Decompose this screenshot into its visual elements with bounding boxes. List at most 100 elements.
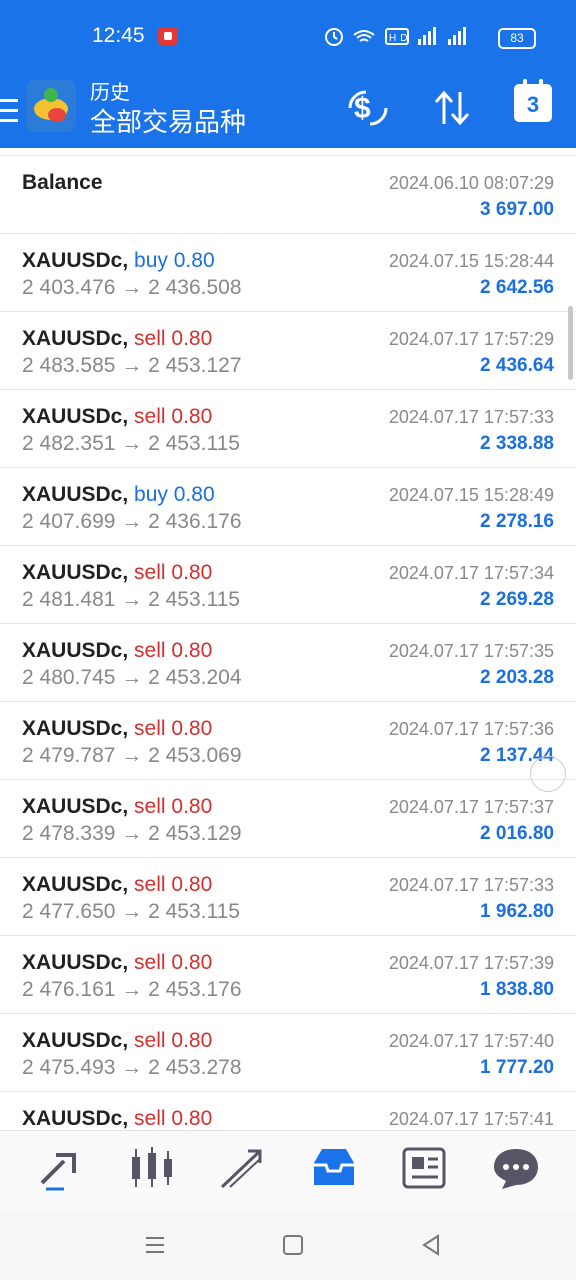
deal-row[interactable]: XAUUSDc, buy 0.80 2 403.476 → 2 436.508 20… [0, 234, 576, 312]
svg-text:HD: HD [389, 33, 411, 44]
chart-icon[interactable] [126, 1143, 178, 1193]
deal-direction: sell 0.80 [134, 639, 213, 662]
touch-indicator [530, 756, 566, 792]
deal-profit: 2 278.16 [480, 511, 554, 532]
deal-row[interactable]: XAUUSDc, sell 0.80 2024.07.17 17:57:41 [0, 1092, 576, 1130]
deal-direction: sell 0.80 [134, 1107, 213, 1130]
history-icon[interactable] [308, 1143, 360, 1193]
deal-profit: 2 338.88 [480, 433, 554, 454]
deal-row[interactable]: XAUUSDc, sell 0.80 2 477.650 → 2 453.115 2… [0, 858, 576, 936]
status-time: 12:45 [92, 24, 145, 47]
deal-prices: 2 481.481 → 2 453.115 [22, 588, 240, 611]
back-icon[interactable] [418, 1232, 444, 1258]
home-icon[interactable] [280, 1232, 306, 1258]
deal-symbol: XAUUSDc, sell 0.80 [22, 1107, 213, 1130]
scrollbar[interactable] [568, 306, 573, 380]
bottom-tab-bar [0, 1130, 576, 1211]
deal-time: 2024.07.17 17:57:29 [388, 329, 554, 349]
deal-prices: 2 407.699 → 2 436.176 [22, 510, 242, 533]
deal-prices: 2 482.351 → 2 453.115 [22, 432, 240, 455]
symbol-filter-title[interactable]: 全部交易品种 [90, 102, 246, 139]
deal-profit: 2 269.28 [480, 589, 554, 610]
deal-direction: sell 0.80 [134, 561, 213, 584]
history-list[interactable]: 2 483.052 → 2 453.1151 906.00 Balance 2024… [0, 148, 576, 1130]
deal-row[interactable]: XAUUSDc, buy 0.80 2 407.699 → 2 436.176 20… [0, 468, 576, 546]
deal-row[interactable]: XAUUSDc, sell 0.80 2 482.351 → 2 453.115 2… [0, 390, 576, 468]
screen-record-icon [158, 27, 178, 45]
deal-row[interactable]: XAUUSDc, sell 0.80 2 480.745 → 2 453.204 2… [0, 624, 576, 702]
deal-row[interactable]: XAUUSDc, sell 0.80 2 479.787 → 2 453.069 2… [0, 702, 576, 780]
deal-profit: 2 016.80 [480, 823, 554, 844]
deal-symbol: XAUUSDc, sell 0.80 [22, 873, 213, 896]
status-indicator-icons: HD [325, 27, 466, 46]
deal-time: 2024.07.15 15:28:49 [388, 485, 554, 505]
deal-symbol: XAUUSDc, sell 0.80 [22, 1029, 213, 1052]
deal-symbol: XAUUSDc, sell 0.80 [22, 951, 213, 974]
deal-direction: sell 0.80 [134, 1029, 213, 1052]
deal-row[interactable]: XAUUSDc, sell 0.80 2 476.161 → 2 453.176 2… [0, 936, 576, 1014]
trade-icon[interactable] [216, 1143, 268, 1193]
status-bar: 12:45 HD 83 [0, 0, 576, 74]
system-nav-bar [0, 1210, 576, 1280]
sort-icon[interactable] [432, 88, 472, 128]
deal-time: 2024.06.10 08:07:29 [388, 173, 554, 193]
deal-direction: buy 0.80 [134, 483, 215, 506]
deal-symbol: XAUUSDc, buy 0.80 [22, 249, 215, 272]
page-title-small: 历史 [90, 82, 130, 104]
deal-time: 2024.07.17 17:57:39 [388, 953, 554, 973]
deal-row[interactable]: XAUUSDc, sell 0.80 2 483.585 → 2 453.127 2… [0, 312, 576, 390]
deal-time: 2024.07.17 17:57:34 [388, 563, 554, 583]
deal-prices: 2 479.787 → 2 453.069 [22, 744, 242, 767]
deal-direction: sell 0.80 [134, 873, 213, 896]
deal-direction: buy 0.80 [134, 249, 215, 272]
app-bar: 历史 全部交易品种 $ 3 [0, 74, 576, 148]
quotes-icon[interactable] [34, 1143, 86, 1193]
deal-time: 2024.07.17 17:57:36 [388, 719, 554, 739]
deal-symbol: XAUUSDc, sell 0.80 [22, 327, 213, 350]
deal-prices: 2 476.161 → 2 453.176 [22, 978, 242, 1001]
deal-time: 2024.07.17 17:57:41 [388, 1109, 554, 1129]
deal-symbol: Balance [22, 171, 103, 194]
deal-direction: sell 0.80 [134, 405, 213, 428]
deal-direction: sell 0.80 [134, 327, 213, 350]
deal-symbol: XAUUSDc, buy 0.80 [22, 483, 215, 506]
deal-profit: 1 838.80 [480, 979, 554, 1000]
app-logo [26, 80, 76, 132]
balance-row[interactable]: Balance 2024.06.10 08:07:29 3 697.00 [0, 156, 576, 234]
deal-profit: 1 962.80 [480, 901, 554, 922]
deal-symbol: XAUUSDc, sell 0.80 [22, 639, 213, 662]
deal-prices: 2 477.650 → 2 453.115 [22, 900, 240, 923]
dollar-exchange-icon[interactable]: $ [346, 88, 390, 128]
menu-icon[interactable] [0, 92, 18, 132]
calendar-icon[interactable]: 3 [514, 79, 552, 122]
recent-apps-icon[interactable] [142, 1232, 168, 1258]
deal-prices: 2 478.339 → 2 453.129 [22, 822, 242, 845]
deal-profit: 2 436.64 [480, 355, 554, 376]
deal-direction: sell 0.80 [134, 951, 213, 974]
deal-time: 2024.07.17 17:57:37 [388, 797, 554, 817]
deal-direction: sell 0.80 [134, 717, 213, 740]
chat-icon[interactable] [490, 1143, 542, 1193]
deal-prices: 2 480.745 → 2 453.204 [22, 666, 242, 689]
deal-symbol: XAUUSDc, sell 0.80 [22, 795, 213, 818]
deal-symbol: XAUUSDc, sell 0.80 [22, 561, 213, 584]
deal-time: 2024.07.17 17:57:40 [388, 1031, 554, 1051]
deal-row[interactable]: 2 483.052 → 2 453.1151 906.00 [0, 148, 576, 156]
deal-time: 2024.07.15 15:28:44 [388, 251, 554, 271]
deal-row[interactable]: XAUUSDc, sell 0.80 2 475.493 → 2 453.278 2… [0, 1014, 576, 1092]
deal-profit: 2 203.28 [480, 667, 554, 688]
deal-time: 2024.07.17 17:57:33 [388, 875, 554, 895]
deal-symbol: XAUUSDc, sell 0.80 [22, 405, 213, 428]
deal-row[interactable]: XAUUSDc, sell 0.80 2 478.339 → 2 453.129 2… [0, 780, 576, 858]
deal-prices: 2 403.476 → 2 436.508 [22, 276, 242, 299]
battery-indicator: 83 [498, 28, 536, 49]
deal-time: 2024.07.17 17:57:33 [388, 407, 554, 427]
deal-row[interactable]: XAUUSDc, sell 0.80 2 481.481 → 2 453.115 2… [0, 546, 576, 624]
status-icons: HD [324, 25, 484, 52]
deal-profit: 2 642.56 [480, 277, 554, 298]
deal-direction: sell 0.80 [134, 795, 213, 818]
deal-prices: 2 475.493 → 2 453.278 [22, 1056, 242, 1079]
news-icon[interactable] [400, 1143, 452, 1193]
deal-symbol: XAUUSDc, sell 0.80 [22, 717, 213, 740]
deal-profit: 3 697.00 [480, 199, 554, 220]
